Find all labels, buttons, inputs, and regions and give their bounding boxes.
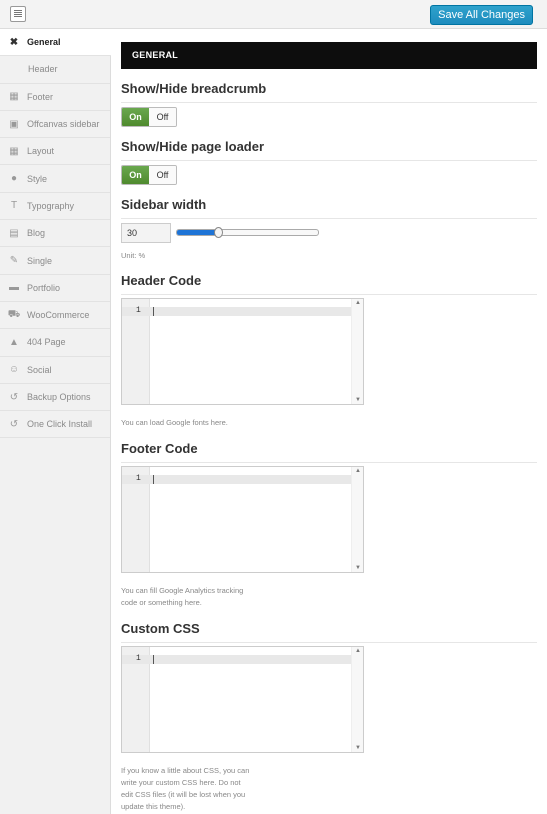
slider-fill (177, 230, 220, 235)
sidebar-item-label: General (27, 37, 61, 48)
sidebar-item-one-click-install[interactable]: ↺ One Click Install (0, 411, 110, 439)
footer-code-title: Footer Code (121, 436, 537, 463)
sidebar-item-footer[interactable]: ▦ Footer (0, 84, 110, 111)
breadcrumb-toggle[interactable]: On Off (121, 107, 177, 127)
footer-icon: ▦ (9, 91, 19, 103)
sidebar-item-woocommerce[interactable]: ⛟ WooCommerce (0, 302, 110, 330)
header-code-help: You can load Google fonts here. (121, 418, 228, 427)
sidebar-item-label: Single (27, 255, 53, 266)
breadcrumb-option-title: Show/Hide breadcrumb (121, 76, 537, 103)
loader-toggle[interactable]: On Off (121, 165, 177, 185)
type-icon: T (10, 200, 18, 212)
sidebar-item-typography[interactable]: T Typography (0, 193, 110, 221)
sidebar-item-label: Blog (27, 228, 46, 239)
sidebar-item-label: Social (27, 364, 52, 375)
header-code-title: Header Code (121, 268, 537, 295)
custom-css-help-line-4: update this theme). (121, 802, 186, 811)
warning-icon: ▲ (9, 336, 19, 348)
history-icon: ↺ (9, 391, 19, 403)
scroll-up-icon[interactable]: ▲ (355, 648, 361, 654)
footer-code-editor[interactable]: 1 ▲ ▼ (121, 466, 364, 573)
footer-code-help-line-1: You can fill Google Analytics tracking (121, 586, 244, 595)
custom-css-help-line-3: edit CSS files (it will be lost when you (121, 790, 246, 799)
edit-icon: ✎ (9, 255, 19, 267)
loader-off-button[interactable]: Off (149, 166, 176, 184)
menu-icon[interactable] (10, 6, 26, 22)
sidebar-item-label: Backup Options (27, 392, 91, 402)
sidebar-item-blog[interactable]: ▤ Blog (0, 220, 110, 248)
scroll-up-icon[interactable]: ▲ (355, 468, 361, 474)
loader-option-title: Show/Hide page loader (121, 134, 537, 161)
custom-css-editor[interactable]: 1 ▲ ▼ (121, 646, 364, 753)
editor-scrollbar[interactable]: ▲ ▼ (351, 647, 363, 752)
sidebar-item-backup-options[interactable]: ↺ Backup Options (0, 384, 110, 412)
users-icon: ☺ (8, 364, 20, 376)
sidebar-item-header[interactable]: Header (0, 56, 110, 84)
sidebar-item-404-page[interactable]: ▲ 404 Page (0, 329, 110, 357)
sidebar-item-label: Header (28, 64, 58, 75)
section-title: GENERAL (121, 42, 537, 69)
editor-scrollbar[interactable]: ▲ ▼ (351, 299, 363, 404)
active-line (122, 307, 352, 316)
custom-css-help-line-2: write your custom CSS here. Do not (121, 778, 241, 787)
sidebar-width-help: Unit: % (121, 251, 146, 260)
text-caret (153, 475, 154, 484)
scroll-up-icon[interactable]: ▲ (355, 300, 361, 306)
sidebar-item-label: Portfolio (27, 282, 61, 293)
sidebar-width-slider[interactable] (176, 227, 319, 238)
sidebar-width-input[interactable]: 30 (121, 223, 171, 243)
slider-handle[interactable] (214, 227, 224, 238)
sidebar-item-label: 404 Page (27, 337, 66, 348)
sidebar-item-label: Footer (27, 91, 54, 102)
custom-css-title: Custom CSS (121, 616, 537, 643)
active-line (122, 655, 352, 664)
sidebar-item-label: One Click Install (27, 419, 93, 430)
sidebar-icon: ▣ (9, 118, 19, 130)
breadcrumb-off-button[interactable]: Off (149, 108, 176, 126)
save-all-changes-button[interactable]: Save All Changes (430, 5, 533, 25)
blog-icon: ▤ (9, 227, 19, 239)
history-icon: ↺ (9, 418, 19, 430)
editor-scrollbar[interactable]: ▲ ▼ (351, 467, 363, 572)
scroll-down-icon[interactable]: ▼ (355, 397, 361, 403)
sidebar-item-general[interactable]: ✖ General (0, 29, 111, 57)
sidebar-item-portfolio[interactable]: ▬ Portfolio (0, 275, 110, 302)
text-caret (153, 307, 154, 316)
sidebar-item-offcanvas-sidebar[interactable]: ▣ Offcanvas sidebar (0, 111, 110, 139)
custom-css-help-line-1: If you know a little about CSS, you can (121, 766, 250, 775)
sidebar-item-label: Style (27, 173, 48, 184)
sidebar-item-label: WooCommerce (27, 310, 90, 321)
sidebar-item-single[interactable]: ✎ Single (0, 247, 110, 275)
top-toolbar: Save All Changes (0, 0, 547, 29)
sidebar-item-label: Layout (27, 146, 55, 157)
sidebar-width-title: Sidebar width (121, 192, 537, 219)
grid-icon: ▦ (9, 145, 19, 157)
sidebar-item-style[interactable]: ● Style (0, 165, 110, 193)
loader-on-button[interactable]: On (122, 166, 149, 184)
line-number: 1 (136, 654, 141, 663)
line-number: 1 (136, 474, 141, 483)
breadcrumb-on-button[interactable]: On (122, 108, 149, 126)
sidebar-item-layout[interactable]: ▦ Layout (0, 138, 110, 166)
palette-icon: ● (10, 173, 18, 185)
header-code-editor[interactable]: 1 ▲ ▼ (121, 298, 364, 405)
briefcase-icon: ▬ (9, 282, 19, 294)
options-sidebar: ✖ General Header ▦ Footer ▣ Offcanvas sidebar ▦… (0, 29, 111, 814)
scroll-down-icon[interactable]: ▼ (355, 565, 361, 571)
sidebar-item-social[interactable]: ☺ Social (0, 357, 110, 384)
tools-icon: ✖ (9, 36, 19, 48)
sidebar-item-label: Offcanvas sidebar (27, 119, 100, 130)
sidebar-item-label: Typography (27, 200, 75, 211)
active-line (122, 475, 352, 484)
main-panel: GENERAL Show/Hide breadcrumb On Off Show… (121, 42, 537, 811)
cart-icon: ⛟ (7, 308, 21, 320)
scroll-down-icon[interactable]: ▼ (355, 745, 361, 751)
footer-code-help-line-2: code or something here. (121, 598, 202, 607)
text-caret (153, 655, 154, 664)
line-number: 1 (136, 306, 141, 315)
